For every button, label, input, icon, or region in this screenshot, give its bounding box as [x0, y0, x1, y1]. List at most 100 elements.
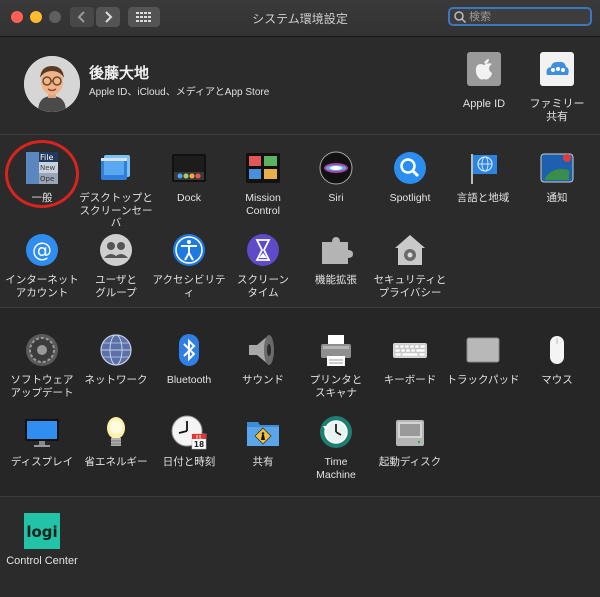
- bluetooth-icon: [179, 334, 199, 366]
- pref-spotlight[interactable]: Spotlight: [370, 150, 450, 205]
- annotation-circle: [5, 140, 79, 208]
- pref-label: 言語と地域: [456, 192, 510, 204]
- pref-label: 日付と時刻: [162, 456, 216, 468]
- svg-text:@: @: [32, 238, 52, 262]
- screen-time-icon: [247, 234, 279, 266]
- pref-network[interactable]: ネットワーク: [76, 332, 156, 387]
- pref-desktop-screensaver[interactable]: デスクトップと スクリーンセーバ: [76, 150, 156, 230]
- apple-id-label: Apple ID: [462, 98, 506, 110]
- pref-notifications[interactable]: 通知: [517, 150, 597, 205]
- mouse-icon: [550, 336, 564, 364]
- pref-printers-scanners[interactable]: プリンタと スキャナ: [296, 332, 376, 399]
- pref-label: Dock: [177, 192, 201, 204]
- pref-label: Siri: [328, 192, 344, 204]
- user-subtitle: Apple ID、iCloud、メディアとApp Store: [89, 87, 270, 98]
- pref-label: Mission Control: [245, 192, 281, 217]
- search-field[interactable]: [448, 7, 592, 26]
- pref-screen-time[interactable]: スクリーン タイム: [223, 232, 303, 299]
- pref-mouse[interactable]: マウス: [517, 332, 597, 387]
- pref-label: 省エネルギー: [84, 456, 148, 468]
- toolbar: システム環境設定: [0, 0, 600, 37]
- family-sharing-icon: [540, 52, 574, 86]
- pref-label: プリンタと スキャナ: [309, 374, 363, 399]
- pref-users-groups[interactable]: ユーザと グループ: [76, 232, 156, 299]
- pref-label: 通知: [546, 192, 568, 204]
- pref-accessibility[interactable]: アクセシビリティ: [149, 232, 229, 299]
- logi-control-center-icon: logi: [24, 513, 60, 549]
- pref-date-time[interactable]: JUL 18 日付と時刻: [149, 414, 229, 469]
- pref-label: セキュリティと プライバシー: [373, 274, 447, 299]
- energy-saver-icon: [107, 417, 125, 446]
- time-machine-icon: [320, 416, 352, 448]
- pref-label: トラックパッド: [446, 374, 520, 386]
- trackpad-icon: [466, 337, 500, 363]
- pref-label: Control Center: [6, 555, 78, 567]
- pref-label: 共有: [252, 456, 274, 468]
- pref-label: ネットワーク: [84, 374, 148, 386]
- notifications-icon: [540, 153, 574, 183]
- pref-time-machine[interactable]: Time Machine: [296, 414, 376, 481]
- memoji-avatar-icon: [24, 56, 80, 112]
- pref-sound[interactable]: サウンド: [223, 332, 303, 387]
- calendar-month-text: JUL: [195, 434, 203, 439]
- pref-startup-disk[interactable]: 起動ディスク: [370, 414, 450, 469]
- pref-software-update[interactable]: ソフトウェア アップデート: [2, 332, 82, 399]
- displays-icon: [25, 419, 59, 447]
- pref-energy-saver[interactable]: 省エネルギー: [76, 414, 156, 469]
- hardware-section: ソフトウェア アップデート ネットワーク Bluetooth サウンド プリンタ…: [0, 308, 600, 496]
- pref-mission-control[interactable]: Mission Control: [223, 150, 303, 217]
- mission-control-icon: [246, 153, 280, 183]
- pref-label: 機能拡張: [315, 274, 357, 286]
- sound-icon: [249, 335, 274, 365]
- family-sharing-label: ファミリー 共有: [529, 98, 585, 123]
- pref-logi-control-center[interactable]: logi Control Center: [2, 513, 82, 568]
- keyboard-icon: [393, 343, 427, 358]
- pref-label: Spotlight: [389, 192, 431, 204]
- pref-security-privacy[interactable]: セキュリティと プライバシー: [370, 232, 450, 299]
- pref-label: アクセシビリティ: [152, 274, 226, 299]
- spotlight-icon: [394, 152, 426, 184]
- family-sharing-pane[interactable]: ファミリー 共有: [517, 51, 597, 124]
- apple-id-icon: [467, 52, 501, 86]
- pref-label: デスクトップと スクリーンセーバ: [79, 192, 153, 229]
- search-input[interactable]: [467, 10, 579, 23]
- pref-label: サウンド: [242, 374, 284, 386]
- pref-label: スクリーン タイム: [237, 274, 289, 299]
- security-privacy-icon: [395, 235, 425, 265]
- calendar-day-text: 18: [194, 440, 204, 449]
- pref-sharing[interactable]: 共有: [223, 414, 303, 469]
- extensions-icon: [322, 237, 353, 264]
- pref-siri[interactable]: Siri: [296, 150, 376, 205]
- pref-keyboard[interactable]: キーボード: [370, 332, 450, 387]
- pref-label: Time Machine: [316, 456, 356, 481]
- accessibility-icon: [173, 234, 205, 266]
- startup-disk-icon: [396, 420, 424, 446]
- logi-icon-text: logi: [26, 523, 57, 541]
- desktop-icon: [101, 155, 130, 180]
- avatar[interactable]: [24, 56, 80, 112]
- pref-label: Bluetooth: [166, 374, 212, 386]
- pref-label: インターネット アカウント: [5, 274, 79, 299]
- pref-displays[interactable]: ディスプレイ: [2, 414, 82, 469]
- pref-bluetooth[interactable]: Bluetooth: [149, 332, 229, 387]
- pref-dock[interactable]: Dock: [149, 150, 229, 205]
- dock-icon: [172, 154, 206, 182]
- users-groups-icon: [100, 234, 132, 266]
- system-preferences-window: システム環境設定 後藤大地 Apple ID、iClou: [0, 0, 600, 597]
- language-region-icon: [471, 154, 497, 184]
- printers-scanners-icon: [321, 335, 351, 366]
- search-icon: [454, 10, 467, 23]
- account-section: 後藤大地 Apple ID、iCloud、メディアとApp Store Appl…: [0, 37, 600, 134]
- pref-language-region[interactable]: 言語と地域: [443, 150, 523, 205]
- pref-label: ユーザと グループ: [95, 274, 137, 299]
- date-time-icon: JUL 18: [171, 415, 207, 450]
- pref-trackpad[interactable]: トラックパッド: [443, 332, 523, 387]
- software-update-icon: [26, 334, 58, 366]
- pref-label: キーボード: [383, 374, 437, 386]
- pref-label: ソフトウェア アップデート: [10, 374, 74, 399]
- other-section: logi Control Center: [0, 497, 600, 597]
- network-icon: [100, 334, 132, 366]
- pref-extensions[interactable]: 機能拡張: [296, 232, 376, 287]
- pref-internet-accounts[interactable]: @ インターネット アカウント: [2, 232, 82, 299]
- apple-id-pane[interactable]: Apple ID: [444, 51, 524, 111]
